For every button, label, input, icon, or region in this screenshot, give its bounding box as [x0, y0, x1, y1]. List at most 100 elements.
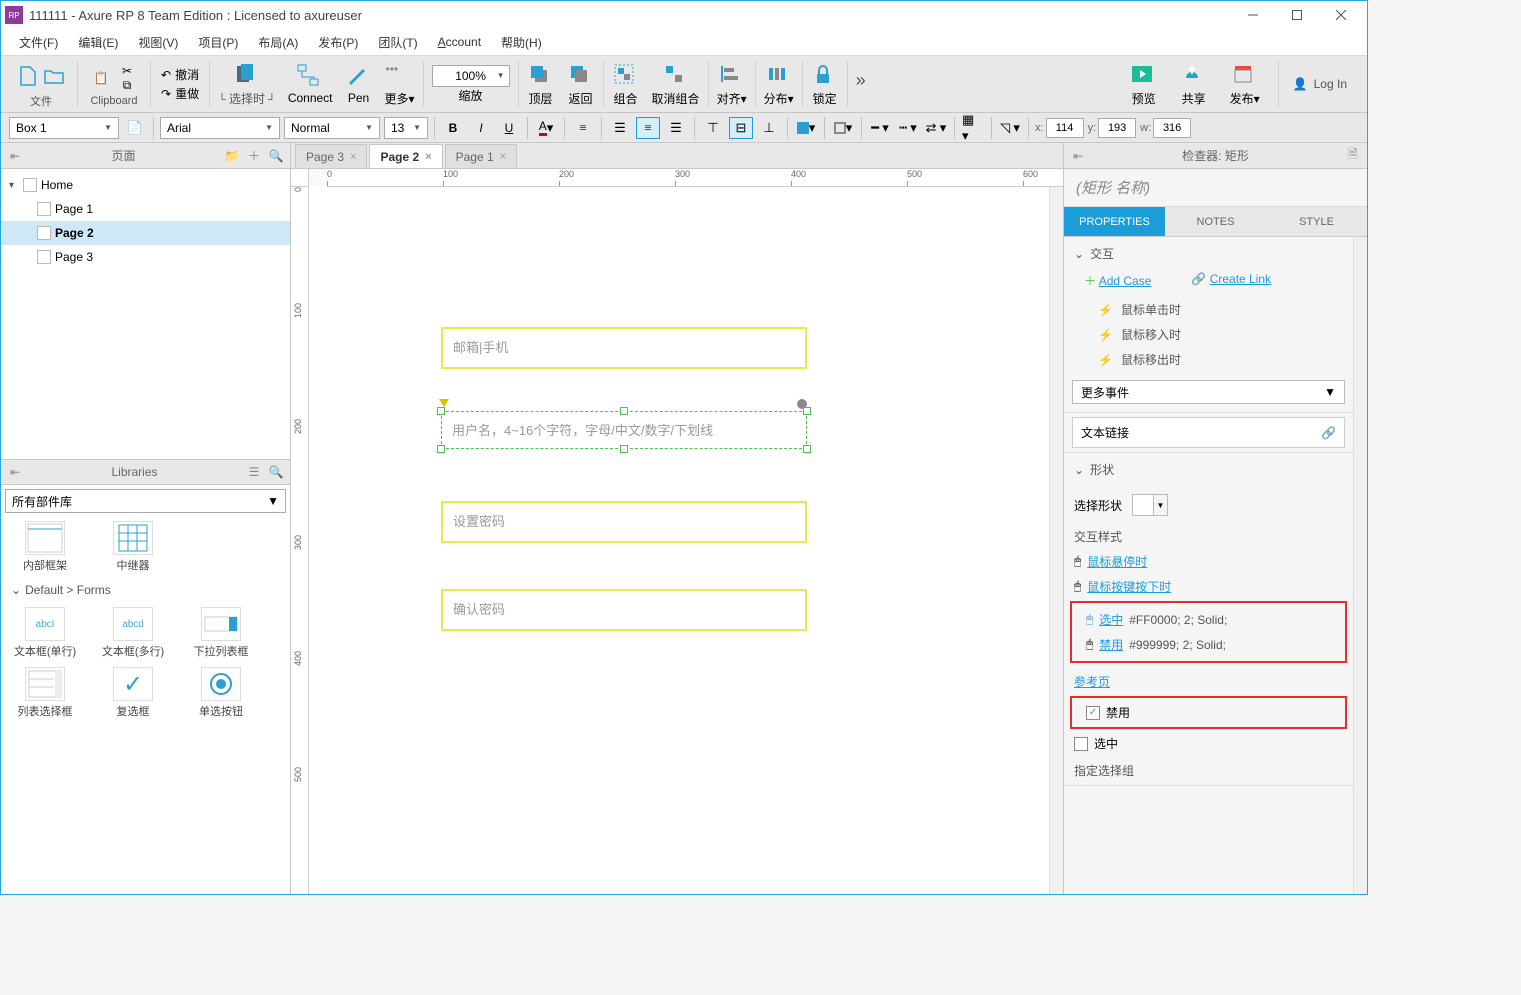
resize-handle[interactable] [437, 445, 445, 453]
text-link-row[interactable]: 文本链接🔗 [1072, 417, 1345, 448]
ix-hover[interactable]: 🖱鼠标悬停时 [1064, 549, 1353, 574]
more-events-combo[interactable]: 更多事件▼ [1072, 380, 1345, 404]
fill-button[interactable]: ▾ [794, 117, 818, 139]
border-vis-button[interactable]: ▦ ▾ [961, 117, 985, 139]
search-icon[interactable]: 🔍 [268, 148, 284, 164]
search-icon[interactable]: 🔍 [268, 464, 284, 480]
field-confirm[interactable]: 确认密码 [441, 589, 807, 631]
section-interactions[interactable]: ⌄交互 [1064, 237, 1353, 270]
connect-tool[interactable]: Connect [284, 63, 337, 105]
menu-team[interactable]: 团队(T) [370, 32, 425, 53]
tab-style[interactable]: STYLE [1266, 207, 1367, 237]
y-input[interactable]: 193 [1098, 118, 1136, 138]
menu-view[interactable]: 视图(V) [130, 32, 186, 53]
add-page-icon[interactable]: ＋ [246, 148, 262, 164]
lib-textfield[interactable]: abcI文本框(单行) [5, 607, 85, 659]
undo-button[interactable]: ↶撤消 [161, 66, 199, 83]
lib-menu-icon[interactable]: ☰ [246, 464, 262, 480]
align-right-button[interactable]: ☰ [664, 117, 688, 139]
valign-bottom-button[interactable]: ⊥ [757, 117, 781, 139]
event-click[interactable]: ⚡鼠标单击时 [1064, 297, 1353, 322]
tree-page3[interactable]: Page 3 [1, 245, 290, 269]
canvas[interactable]: 邮箱|手机 用户名，4~16个字符，字母/中文/数字/下划线 设置密码 确认密码 [309, 187, 1049, 894]
add-case-link[interactable]: ＋ Add Case [1084, 272, 1151, 289]
minimize-button[interactable] [1231, 1, 1275, 29]
library-section[interactable]: ⌄Default > Forms [1, 577, 290, 603]
align-center-button[interactable]: ≡ [636, 117, 660, 139]
more-tool[interactable]: ••• 更多▾ [381, 62, 419, 107]
tree-home[interactable]: ▾Home [1, 173, 290, 197]
menu-edit[interactable]: 编辑(E) [70, 32, 126, 53]
event-mouseout[interactable]: ⚡鼠标移出时 [1064, 347, 1353, 372]
pen-tool[interactable]: Pen [341, 63, 377, 105]
field-email[interactable]: 邮箱|手机 [441, 327, 807, 369]
shape-name-input[interactable]: (矩形 名称) [1064, 169, 1367, 207]
event-mousein[interactable]: ⚡鼠标移入时 [1064, 322, 1353, 347]
distribute-button[interactable]: 分布▾ [760, 62, 798, 107]
tab-notes[interactable]: NOTES [1165, 207, 1266, 237]
ungroup-button[interactable]: 取消组合 [648, 62, 704, 107]
weight-combo[interactable]: Normal▼ [284, 117, 380, 139]
lock-button[interactable]: 锁定 [807, 62, 843, 107]
chk-selected[interactable]: 选中 [1064, 731, 1353, 756]
valign-top-button[interactable]: ⊤ [701, 117, 725, 139]
close-icon[interactable]: × [350, 151, 356, 163]
login-button[interactable]: 👤 Log In [1293, 77, 1347, 91]
underline-button[interactable]: U [497, 117, 521, 139]
zoom-combo[interactable]: 100%▼ [432, 65, 510, 87]
resize-handle[interactable] [803, 407, 811, 415]
cut-icon[interactable]: ✂ [116, 64, 138, 78]
maximize-button[interactable] [1275, 1, 1319, 29]
tree-page2[interactable]: Page 2 [1, 221, 290, 245]
resize-handle[interactable] [803, 445, 811, 453]
menu-account[interactable]: Account [430, 33, 489, 51]
lib-textarea[interactable]: abcd文本框(多行) [93, 607, 173, 659]
bring-front[interactable]: 顶层 [523, 62, 559, 107]
ix-disabled[interactable]: 🖱禁用 #999999; 2; Solid; [1076, 632, 1341, 657]
close-icon[interactable]: × [425, 151, 431, 163]
collapse-icon[interactable]: ⇤ [1070, 148, 1086, 164]
toolbar-expand[interactable]: » [852, 70, 888, 98]
resize-handle[interactable] [620, 407, 628, 415]
create-link[interactable]: 🔗 Create Link [1191, 272, 1271, 289]
lib-repeater[interactable]: 中继器 [93, 521, 173, 573]
open-icon[interactable] [43, 65, 65, 87]
resize-handle[interactable] [620, 445, 628, 453]
copy-icon[interactable]: ⧉ [116, 79, 138, 93]
style-combo[interactable]: Box 1▼ [9, 117, 119, 139]
close-icon[interactable]: × [500, 151, 506, 163]
shape-picker[interactable]: ▼ [1132, 494, 1168, 516]
note-icon[interactable]: 🗎 [1345, 148, 1361, 164]
align-button[interactable]: 对齐▾ [713, 62, 751, 107]
send-back[interactable]: 返回 [563, 62, 599, 107]
size-combo[interactable]: 13▼ [384, 117, 428, 139]
publish-button[interactable]: 发布▾ [1226, 62, 1264, 107]
lib-droplist[interactable]: 下拉列表框 [181, 607, 261, 659]
menu-project[interactable]: 项目(P) [190, 32, 246, 53]
canvas-scrollbar[interactable] [1049, 187, 1063, 894]
ref-page-link[interactable]: 参考页 [1064, 665, 1353, 694]
lib-listbox[interactable]: 列表选择框 [5, 667, 85, 719]
ix-selected[interactable]: 🖱选中 #FF0000; 2; Solid; [1076, 607, 1341, 632]
lib-checkbox[interactable]: ✓复选框 [93, 667, 173, 719]
section-shape[interactable]: ⌄形状 [1064, 453, 1353, 486]
tab-properties[interactable]: PROPERTIES [1064, 207, 1165, 237]
bold-button[interactable]: B [441, 117, 465, 139]
x-input[interactable]: 114 [1046, 118, 1084, 138]
close-button[interactable] [1319, 1, 1363, 29]
tab-page1[interactable]: Page 1× [445, 144, 517, 168]
corner-button[interactable]: ◹ ▾ [998, 117, 1022, 139]
lib-radio[interactable]: 单选按钮 [181, 667, 261, 719]
arrow-button[interactable]: ⇄ ▾ [924, 117, 948, 139]
folder-icon[interactable]: 📁 [224, 148, 240, 164]
font-combo[interactable]: Arial▼ [160, 117, 280, 139]
tab-page3[interactable]: Page 3× [295, 144, 367, 168]
resize-handle[interactable] [437, 407, 445, 415]
align-left-button[interactable]: ☰ [608, 117, 632, 139]
line-width-button[interactable]: ━ ▾ [868, 117, 892, 139]
tree-page1[interactable]: Page 1 [1, 197, 290, 221]
tab-page2[interactable]: Page 2× [369, 144, 442, 168]
group-button[interactable]: 组合 [608, 62, 644, 107]
valign-middle-button[interactable]: ⊟ [729, 117, 753, 139]
collapse-icon[interactable]: ⇤ [7, 148, 23, 164]
